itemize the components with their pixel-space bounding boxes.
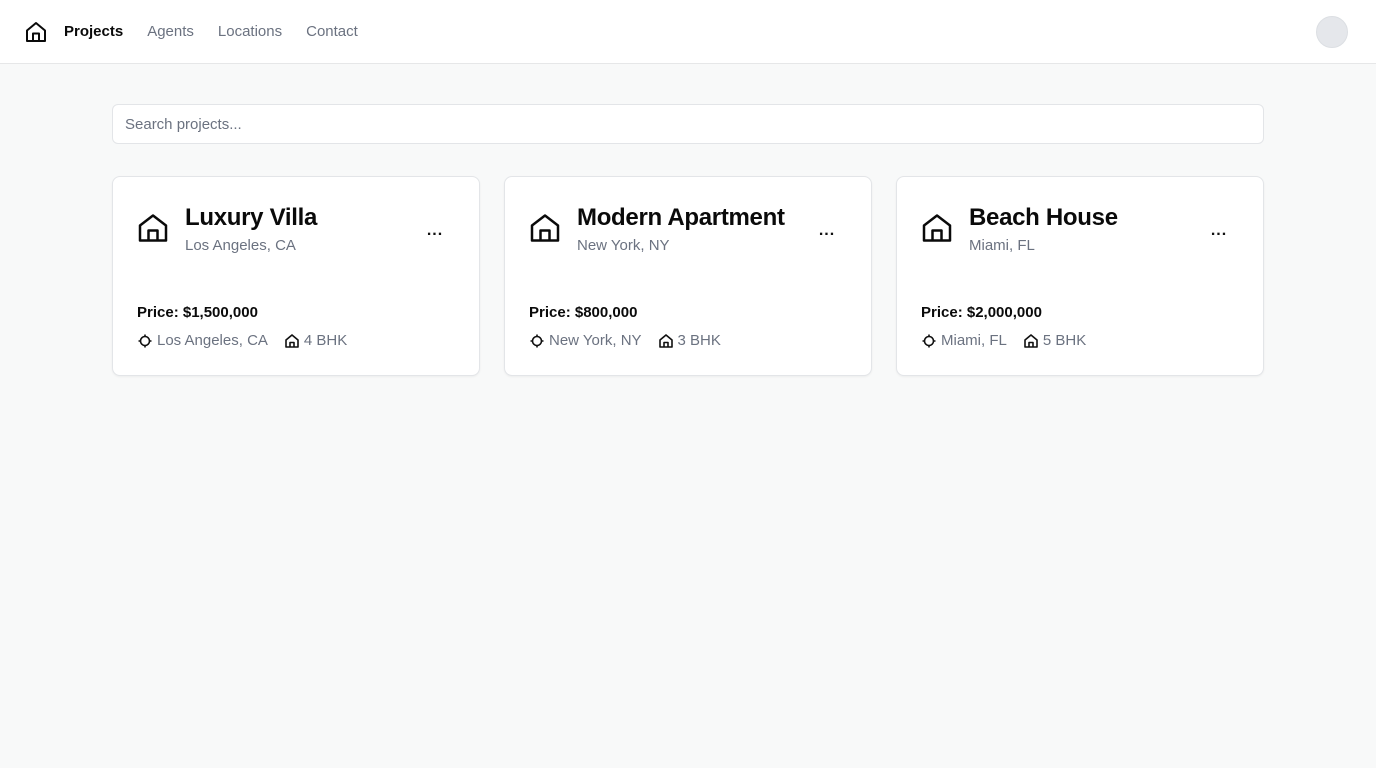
- project-title: Luxury Villa: [185, 204, 318, 231]
- project-subtitle: New York, NY: [577, 237, 670, 254]
- location-pin-icon: [529, 333, 545, 349]
- project-subtitle: Los Angeles, CA: [185, 237, 296, 254]
- project-meta: Los Angeles, CA 4 BHK: [137, 332, 363, 349]
- more-options-button[interactable]: ...: [419, 215, 451, 247]
- project-bhk: 5 BHK: [1042, 332, 1087, 349]
- nav-item-locations[interactable]: Locations: [218, 23, 282, 40]
- project-location: Los Angeles, CA: [157, 332, 268, 349]
- project-title: Beach House: [969, 204, 1118, 231]
- bhk-meta: 5 BHK: [1023, 332, 1086, 349]
- location-pin-icon: [137, 333, 153, 349]
- project-price: Price: $1,500,000: [137, 304, 258, 321]
- house-icon: [529, 212, 561, 244]
- project-card-beach-house[interactable]: Beach House Miami, FL ... Price: $2,000,…: [896, 176, 1264, 376]
- project-bhk: 4 BHK: [303, 332, 348, 349]
- more-options-button[interactable]: ...: [811, 215, 843, 247]
- home-icon[interactable]: [24, 20, 48, 44]
- project-price: Price: $800,000: [529, 304, 638, 321]
- house-icon: [921, 212, 953, 244]
- nav-item-projects[interactable]: Projects: [64, 23, 123, 40]
- location-pin-icon: [921, 333, 937, 349]
- project-card-luxury-villa[interactable]: Luxury Villa Los Angeles, CA ... Price: …: [112, 176, 480, 376]
- project-location: Miami, FL: [941, 332, 1007, 349]
- more-options-button[interactable]: ...: [1203, 215, 1235, 247]
- project-location: New York, NY: [549, 332, 642, 349]
- home-icon: [1023, 333, 1039, 349]
- project-price: Price: $2,000,000: [921, 304, 1042, 321]
- location-meta: New York, NY: [529, 332, 642, 349]
- project-bhk: 3 BHK: [677, 332, 721, 349]
- nav-item-contact[interactable]: Contact: [306, 23, 358, 40]
- location-meta: Los Angeles, CA: [137, 332, 268, 349]
- user-avatar[interactable]: [1316, 16, 1348, 48]
- nav-item-agents[interactable]: Agents: [147, 23, 194, 40]
- project-card-modern-apartment[interactable]: Modern Apartment New York, NY ... Price:…: [504, 176, 872, 376]
- home-icon: [284, 333, 300, 349]
- project-subtitle: Miami, FL: [969, 237, 1035, 254]
- bhk-meta: 4 BHK: [284, 332, 347, 349]
- project-meta: New York, NY 3 BHK: [529, 332, 737, 349]
- house-icon: [137, 212, 169, 244]
- project-title: Modern Apartment: [577, 204, 785, 231]
- search-input[interactable]: [112, 104, 1264, 144]
- top-navigation-bar: Projects Agents Locations Contact: [0, 0, 1376, 64]
- bhk-meta: 3 BHK: [658, 332, 721, 349]
- location-meta: Miami, FL: [921, 332, 1007, 349]
- home-icon: [658, 333, 674, 349]
- project-meta: Miami, FL 5 BHK: [921, 332, 1102, 349]
- main-nav: Projects Agents Locations Contact: [64, 0, 382, 63]
